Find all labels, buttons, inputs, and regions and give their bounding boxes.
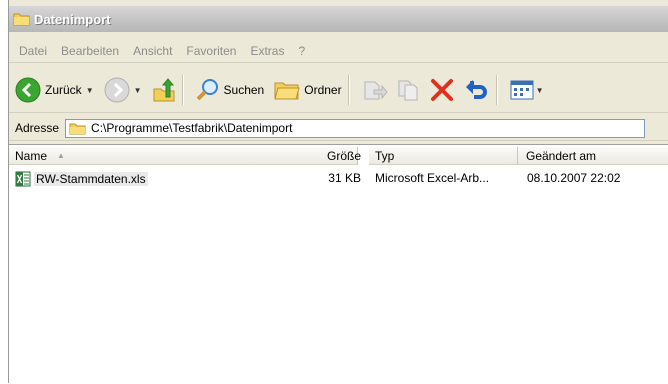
window-title: Datenimport — [34, 11, 111, 27]
menu-datei[interactable]: Datei — [19, 44, 47, 58]
back-dropdown-icon[interactable]: ▼ — [86, 86, 94, 95]
title-bar[interactable]: Datenimport — [9, 6, 668, 32]
copy-to-icon — [398, 80, 418, 101]
back-icon — [15, 77, 41, 103]
views-dropdown-icon[interactable]: ▼ — [536, 86, 544, 95]
file-list[interactable]: Name ▲ Größe Typ Geändert am RW-Stammdat… — [9, 144, 668, 384]
menu-bearbeiten[interactable]: Bearbeiten — [61, 44, 119, 58]
sort-ascending-icon: ▲ — [57, 151, 65, 160]
delete-button[interactable] — [430, 78, 454, 102]
views-icon — [510, 80, 534, 100]
folders-button[interactable]: Ordner — [274, 78, 342, 102]
delete-icon — [430, 79, 453, 101]
folder-icon — [69, 123, 86, 134]
file-row[interactable]: RW-Stammdaten.xls 31 KB Microsoft Excel-… — [9, 171, 668, 187]
column-header-size[interactable]: Größe — [299, 147, 365, 165]
menu-extras[interactable]: Extras — [250, 44, 284, 58]
menu-favoriten[interactable]: Favoriten — [186, 44, 236, 58]
menu-help[interactable]: ? — [298, 44, 305, 58]
toolbar-separator — [181, 75, 184, 105]
column-type-label: Typ — [375, 148, 395, 163]
address-label: Adresse — [15, 121, 60, 135]
back-label: Zurück — [45, 83, 82, 97]
search-icon — [196, 79, 218, 101]
folders-label: Ordner — [304, 83, 342, 97]
file-type: Microsoft Excel-Arb... — [375, 171, 490, 185]
back-button[interactable]: Zurück ▼ — [15, 77, 94, 103]
up-folder-icon — [153, 78, 175, 102]
forward-button[interactable]: ▼ — [104, 77, 142, 103]
toolbar: Zurück ▼ ▼ Suchen Ordner ▼ — [9, 68, 668, 113]
folders-icon — [274, 82, 300, 100]
move-to-icon — [364, 81, 388, 100]
undo-icon — [465, 80, 487, 99]
undo-button[interactable] — [464, 78, 490, 102]
menu-ansicht[interactable]: Ansicht — [133, 44, 172, 58]
menu-bar: Datei Bearbeiten Ansicht Favoriten Extra… — [9, 40, 668, 63]
column-modified-label: Geändert am — [526, 148, 597, 163]
folder-icon — [13, 13, 30, 26]
explorer-window: Datenimport Datei Bearbeiten Ansicht Fav… — [8, 0, 668, 384]
toolbar-separator — [495, 75, 498, 105]
excel-file-icon — [15, 171, 31, 187]
file-size: 31 KB — [328, 171, 361, 185]
search-label: Suchen — [223, 83, 265, 97]
column-header-type[interactable]: Typ — [369, 147, 518, 165]
column-header-modified[interactable]: Geändert am — [518, 147, 668, 165]
forward-dropdown-icon[interactable]: ▼ — [134, 86, 142, 95]
forward-icon — [104, 77, 130, 103]
column-size-label: Größe — [326, 149, 361, 163]
address-input[interactable]: C:\Programme\Testfabrik\Datenimport — [65, 118, 646, 138]
copy-to-button[interactable] — [396, 78, 422, 102]
up-folder-button[interactable] — [152, 77, 176, 103]
search-button[interactable]: Suchen — [196, 78, 265, 102]
views-button[interactable]: ▼ — [510, 79, 544, 101]
move-to-button[interactable] — [362, 78, 388, 102]
address-path: C:\Programme\Testfabrik\Datenimport — [91, 121, 293, 135]
toolbar-separator — [347, 75, 350, 105]
column-name-label: Name — [15, 148, 48, 163]
file-name: RW-Stammdaten.xls — [34, 172, 148, 186]
file-modified: 08.10.2007 22:02 — [527, 171, 621, 185]
address-bar: Adresse C:\Programme\Testfabrik\Datenimp… — [9, 116, 668, 141]
file-name-cell[interactable]: RW-Stammdaten.xls — [15, 171, 148, 187]
